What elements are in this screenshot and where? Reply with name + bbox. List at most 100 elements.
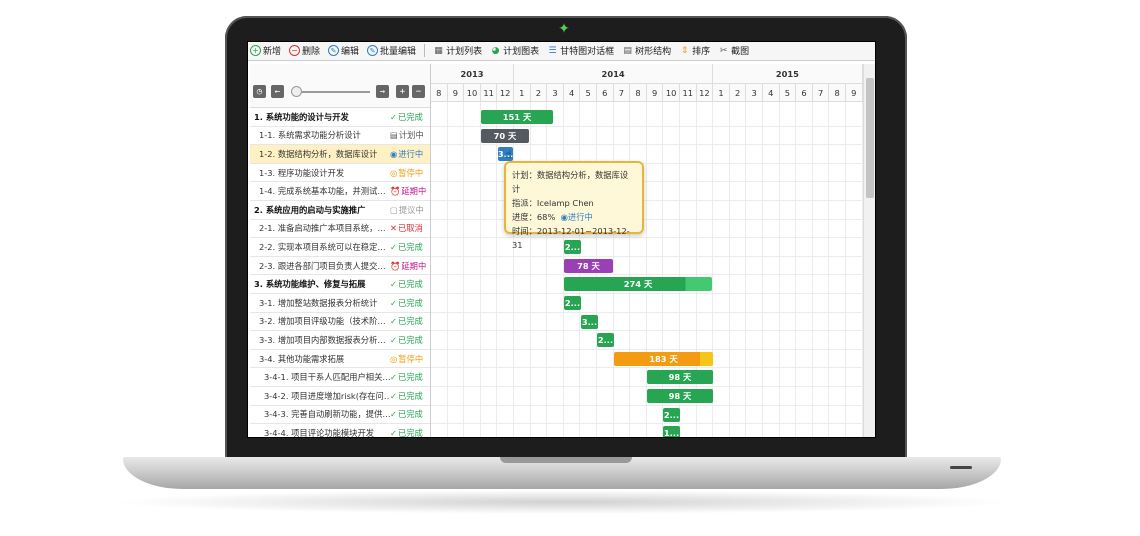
task-row[interactable]: 2. 系统应用的启动与实施推广 ▢提议中 [250, 201, 430, 220]
task-status: ▢提议中 [390, 204, 424, 215]
zoom-slider-knob[interactable] [291, 86, 302, 97]
task-row[interactable]: 2-1. 准备启动推广本项目系统，… ✕已取消 [250, 220, 430, 239]
task-name: 3-4-2. 项目进度增加risk(存在问… [264, 390, 390, 401]
month-header: 7 [613, 84, 631, 102]
task-row[interactable]: 2-3. 跟进各部门项目负责人提交… ⏰延期中 [250, 257, 430, 276]
status-icon: ⏰ [390, 260, 401, 271]
status-icon: ✓ [390, 241, 397, 252]
grid-line [762, 102, 763, 438]
task-row[interactable]: 3-1. 增加整站数据报表分析统计 ✓已完成 [250, 294, 430, 313]
row-line [431, 125, 864, 127]
task-status: ✓已完成 [390, 111, 423, 122]
task-row[interactable]: 3. 系统功能维护、修复与拓展 ✓已完成 [250, 275, 430, 294]
batch-edit-button[interactable]: ✎ 批量编辑 [367, 44, 416, 57]
task-bar[interactable]: 2... [597, 333, 614, 348]
task-row[interactable]: 1-3. 程序功能设计开发 ◎暂停中 [250, 164, 430, 183]
task-row[interactable]: 3-4-4. 项目评论功能模块开发 ✓已完成 [250, 424, 430, 438]
sort-button[interactable]: ⇕ 排序 [679, 44, 710, 58]
row-line [431, 162, 864, 164]
plan-chart-button[interactable]: ◕ 计划图表 [490, 44, 539, 58]
task-row[interactable]: 3-3. 增加项目内部数据报表分析… ✓已完成 [250, 331, 430, 350]
task-row[interactable]: 3-4. 其他功能需求拓展 ◎暂停中 [250, 350, 430, 369]
grid-line [446, 102, 448, 438]
row-line [431, 181, 864, 183]
row-line [431, 200, 864, 201]
task-name: 3-4. 其他功能需求拓展 [259, 353, 345, 364]
screenshot-button[interactable]: ✂ 截图 [718, 44, 749, 58]
task-row[interactable]: 3-2. 增加项目评级功能（技术阶… ✓已完成 [250, 313, 430, 332]
zoom-in-button[interactable]: + [396, 85, 409, 98]
tooltip-plan-line: 计划：数据结构分析，数据库设计 [512, 170, 629, 194]
task-name: 1-2. 数据结构分析，数据库设计 [259, 148, 378, 159]
task-bar[interactable]: 3... [581, 314, 598, 329]
zoom-slider-track[interactable] [291, 91, 370, 93]
task-row[interactable]: 1. 系统功能的设计与开发 ✓已完成 [250, 108, 430, 127]
status-icon: ◎ [390, 353, 398, 364]
task-bar[interactable]: 274 天 [564, 277, 712, 292]
status-icon: ✓ [390, 279, 397, 290]
row-line [431, 404, 864, 406]
grid-line [679, 102, 680, 438]
plan-list-button[interactable]: ▦ 计划列表 [433, 44, 482, 58]
task-bar[interactable]: 151 天 [481, 110, 553, 124]
task-name: 1-4. 完成系统基本功能，并测试… [259, 186, 386, 197]
month-header: 9 [646, 84, 664, 102]
status-icon: ◉ [390, 148, 398, 159]
scroll-left-button[interactable]: ← [271, 85, 284, 98]
grid-line [513, 102, 514, 438]
year-header: 2013 [431, 64, 514, 84]
task-row[interactable]: 3-4-1. 项目干系人匹配用户相关… ✓已完成 [250, 368, 430, 387]
month-header: 1 [514, 84, 531, 102]
hand-cursor-icon: ☝ [505, 148, 512, 161]
in-progress-icon: ◉ [560, 212, 568, 222]
zoom-out-button[interactable]: − [412, 85, 425, 98]
task-bar[interactable]: 98 天 [647, 389, 713, 403]
status-icon: ✓ [390, 372, 397, 383]
grid-line [546, 102, 548, 438]
task-rows: 1. 系统功能的设计与开发 ✓已完成 1-1. 系统需求功能分析设计 ▤计划中 1-2.… [250, 108, 430, 438]
month-header: 4 [763, 84, 780, 102]
row-line [431, 255, 864, 257]
edit-button[interactable]: ✎ 编辑 [328, 44, 359, 57]
task-bar[interactable]: 183 天 [614, 351, 713, 366]
task-name: 3-2. 增加项目评级功能（技术阶… [259, 316, 386, 327]
task-bar[interactable]: 2... [564, 296, 581, 310]
delete-button[interactable]: − 删除 [289, 44, 320, 57]
row-line [431, 311, 864, 313]
scroll-right-button[interactable]: → [376, 85, 389, 98]
task-name: 1-3. 程序功能设计开发 [259, 167, 345, 178]
task-row[interactable]: 1-4. 完成系统基本功能，并测试… ⏰延期中 [250, 182, 430, 201]
scrollbar-thumb[interactable] [866, 78, 874, 198]
task-name: 1-1. 系统需求功能分析设计 [259, 130, 361, 141]
row-line [431, 293, 864, 294]
task-bar[interactable]: 78 天 [564, 258, 613, 273]
vertical-scrollbar[interactable] [863, 64, 876, 438]
task-row[interactable]: 2-2. 实现本项目系统可以在稳定… ✓已完成 [250, 238, 430, 257]
tree-button[interactable]: ▤ 树形结构 [622, 44, 671, 58]
task-bar[interactable]: 2... [663, 407, 680, 422]
month-header: 1 [713, 84, 730, 102]
task-bar[interactable]: 98 天 [647, 370, 713, 385]
task-status: ✓已完成 [390, 316, 423, 327]
month-header: 8 [829, 84, 846, 102]
status-icon: ✓ [390, 427, 397, 438]
task-row[interactable]: 3-4-2. 项目进度增加risk(存在问… ✓已完成 [250, 387, 430, 406]
task-row[interactable]: 1-1. 系统需求功能分析设计 ▤计划中 [250, 127, 430, 146]
task-list-panel: ◷ ← → + − 1. 系统功能的设计与开发 ✓已完成 1-1. 系统需求功能分析… [250, 64, 430, 438]
task-status: ✓已完成 [390, 241, 423, 252]
task-bar[interactable]: 1... [663, 426, 680, 438]
task-name: 3-3. 增加项目内部数据报表分析… [259, 334, 386, 345]
task-row[interactable]: 3-4-3. 完善自动刷新功能，提供… ✓已完成 [250, 406, 430, 425]
task-bar[interactable]: 70 天 [481, 128, 529, 143]
sort-icon: ⇕ [680, 45, 689, 56]
month-header: 3 [746, 84, 763, 102]
gantt-icon: ☰ [548, 45, 557, 56]
status-icon: ✓ [390, 111, 397, 122]
task-status: ◎暂停中 [390, 167, 424, 178]
task-row[interactable]: 1-2. 数据结构分析，数据库设计 ◉进行中 [250, 145, 430, 164]
pie-chart-icon: ◕ [491, 45, 500, 56]
add-button[interactable]: + 新增 [250, 44, 281, 57]
clock-button[interactable]: ◷ [253, 85, 266, 98]
task-name: 3. 系统功能维护、修复与拓展 [254, 279, 366, 290]
gantt-dialog-button[interactable]: ☰ 甘特图对话框 [547, 44, 615, 58]
